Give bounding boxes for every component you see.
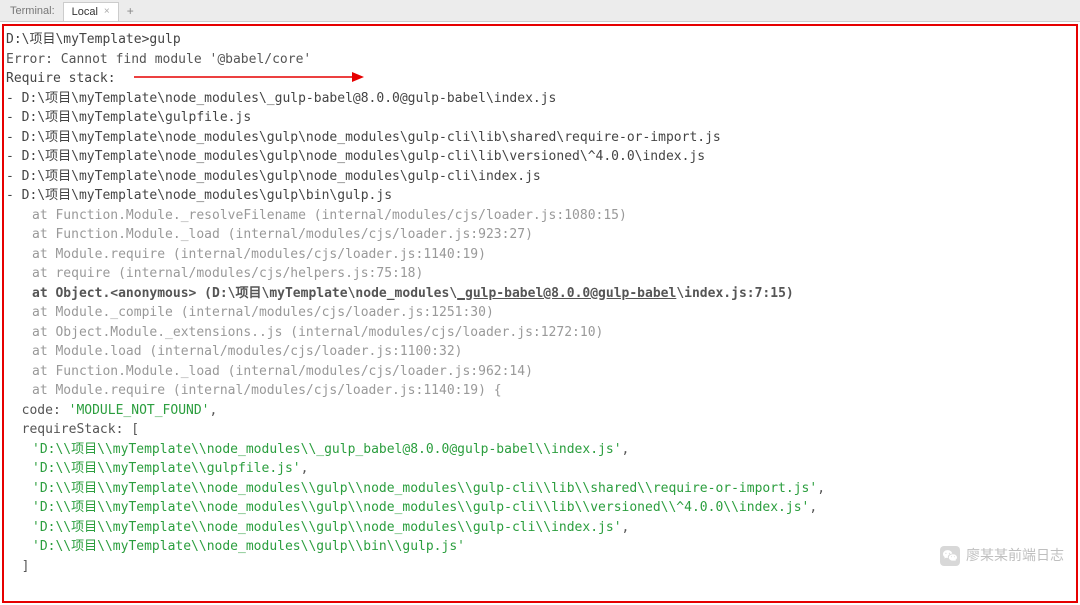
code-comma: ,: [210, 403, 218, 418]
require-stack-label: Require stack:: [6, 69, 1074, 89]
stack-item-text: 'D:\\项目\\myTemplate\\node_modules\\gulp\…: [32, 500, 809, 515]
bold-at-suffix: \index.js:7:15): [676, 286, 793, 301]
at-line: at require (internal/modules/cjs/helpers…: [6, 264, 1074, 284]
stack-item-text: 'D:\\项目\\myTemplate\\node_modules\\gulp\…: [32, 520, 622, 535]
add-tab-button[interactable]: +: [119, 1, 142, 21]
watermark-text: 廖某某前端日志: [966, 545, 1064, 566]
code-value: 'MODULE_NOT_FOUND': [69, 403, 210, 418]
at-line: at Module.load (internal/modules/cjs/loa…: [6, 342, 1074, 362]
require-stack-item: 'D:\\项目\\myTemplate\\node_modules\\gulp\…: [6, 479, 1074, 499]
require-stack-item: 'D:\\项目\\myTemplate\\node_modules\\gulp\…: [6, 498, 1074, 518]
tab-local[interactable]: Local ×: [63, 2, 119, 21]
at-line: at Function.Module._load (internal/modul…: [6, 225, 1074, 245]
stack-item-text: 'D:\\项目\\myTemplate\\node_modules\\gulp\…: [32, 539, 465, 554]
error-line: Error: Cannot find module '@babel/core': [6, 50, 1074, 70]
bold-at-prefix: at Object.<anonymous> (D:\项目\myTemplate\…: [32, 286, 457, 301]
stack-path: - D:\项目\myTemplate\node_modules\gulp\nod…: [6, 128, 1074, 148]
require-stack-item: 'D:\\项目\\myTemplate\\node_modules\\gulp\…: [6, 518, 1074, 538]
stack-item-text: 'D:\\项目\\myTemplate\\node_modules\\_gulp…: [32, 442, 622, 457]
comma: ,: [622, 520, 630, 535]
stack-path: - D:\项目\myTemplate\node_modules\gulp\bin…: [6, 186, 1074, 206]
stack-item-text: 'D:\\项目\\myTemplate\\node_modules\\gulp\…: [32, 481, 817, 496]
at-line: at Object.Module._extensions..js (intern…: [6, 323, 1074, 343]
stack-path: - D:\项目\myTemplate\node_modules\gulp\nod…: [6, 167, 1074, 187]
code-line: code: 'MODULE_NOT_FOUND',: [6, 401, 1074, 421]
wechat-icon: [940, 546, 960, 566]
terminal-title-label: Terminal:: [2, 2, 63, 20]
comma: ,: [817, 481, 825, 496]
require-stack-close: ]: [6, 557, 1074, 577]
comma: ,: [301, 461, 309, 476]
at-line-bold: at Object.<anonymous> (D:\项目\myTemplate\…: [6, 284, 1074, 304]
close-icon[interactable]: ×: [104, 6, 110, 17]
at-line: at Function.Module._load (internal/modul…: [6, 362, 1074, 382]
at-line: at Module.require (internal/modules/cjs/…: [6, 381, 1074, 401]
at-line: at Module.require (internal/modules/cjs/…: [6, 245, 1074, 265]
comma: ,: [622, 442, 630, 457]
require-stack-item: 'D:\\项目\\myTemplate\\node_modules\\_gulp…: [6, 440, 1074, 460]
require-stack-item: 'D:\\项目\\myTemplate\\node_modules\\gulp\…: [6, 537, 1074, 557]
stack-path: - D:\项目\myTemplate\gulpfile.js: [6, 108, 1074, 128]
at-line: at Module._compile (internal/modules/cjs…: [6, 303, 1074, 323]
terminal-output[interactable]: D:\项目\myTemplate>gulp Error: Cannot find…: [2, 24, 1078, 603]
require-stack-item: 'D:\\项目\\myTemplate\\gulpfile.js',: [6, 459, 1074, 479]
app-root: Terminal: Local × + D:\项目\myTemplate>gul…: [0, 0, 1080, 605]
stack-path: - D:\项目\myTemplate\node_modules\_gulp-ba…: [6, 89, 1074, 109]
require-stack-open: requireStack: [: [6, 420, 1074, 440]
tab-local-label: Local: [72, 6, 98, 18]
watermark: 廖某某前端日志: [940, 545, 1064, 566]
at-line: at Function.Module._resolveFilename (int…: [6, 206, 1074, 226]
stack-item-text: 'D:\\项目\\myTemplate\\gulpfile.js': [32, 461, 301, 476]
code-label: code:: [6, 403, 69, 418]
stack-path: - D:\项目\myTemplate\node_modules\gulp\nod…: [6, 147, 1074, 167]
bold-at-underlined: _gulp-babel@8.0.0@gulp-babel: [457, 286, 676, 301]
terminal-tab-bar: Terminal: Local × +: [0, 0, 1080, 22]
comma: ,: [809, 500, 817, 515]
cmd-line: D:\项目\myTemplate>gulp: [6, 30, 1074, 50]
